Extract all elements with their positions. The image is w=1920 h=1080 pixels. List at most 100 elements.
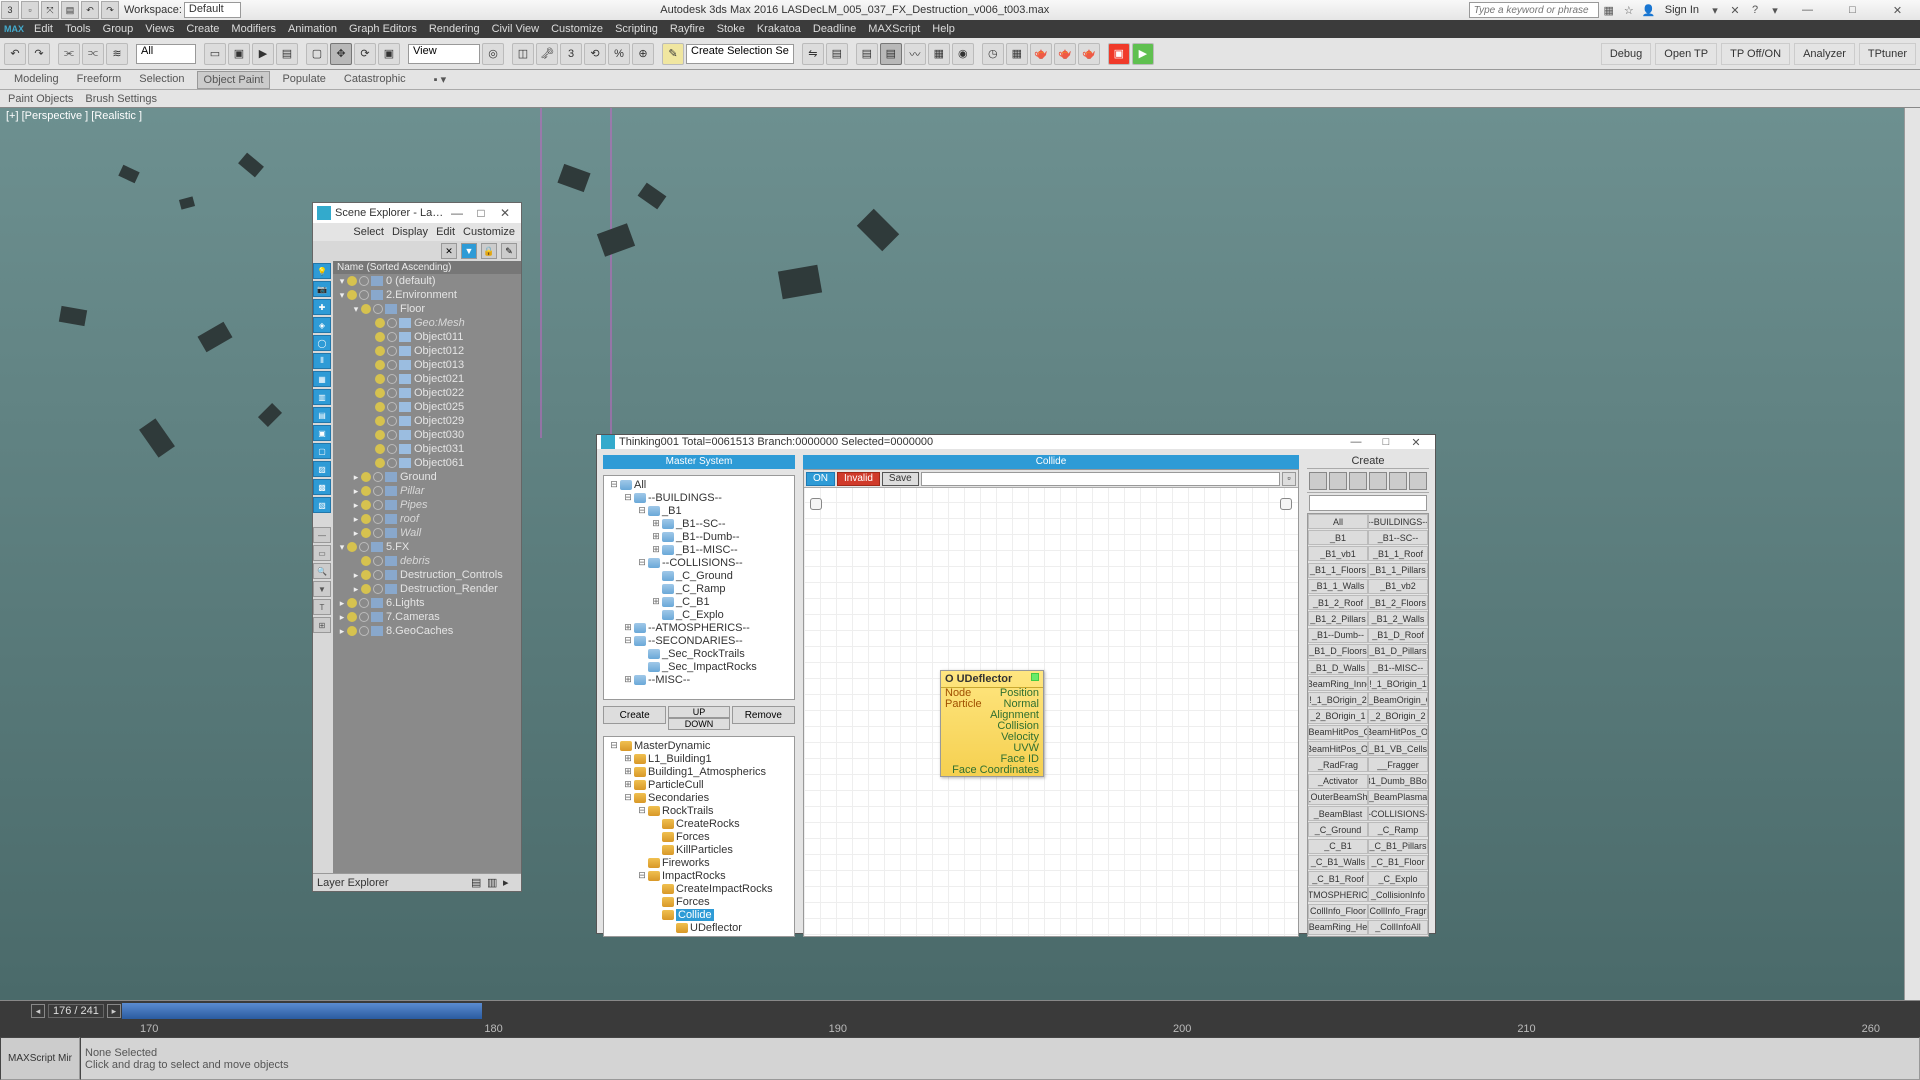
tp-tree-item[interactable]: ⊞_B1--SC-- xyxy=(606,517,792,530)
menu-animation[interactable]: Animation xyxy=(282,23,343,35)
se-clear-icon[interactable]: ✕ xyxy=(441,243,457,259)
tp-tree-item[interactable]: ⊟ImpactRocks xyxy=(606,869,792,882)
filter-combo[interactable]: All xyxy=(136,44,196,64)
menu-edit[interactable]: Edit xyxy=(28,23,59,35)
menu-maxscript[interactable]: MAXScript xyxy=(862,23,926,35)
se-side-shape-icon[interactable]: ◯ xyxy=(313,335,331,351)
redo2-icon[interactable]: ↷ xyxy=(28,43,50,65)
menu-krakatoa[interactable]: Krakatoa xyxy=(751,23,807,35)
se-node[interactable]: debris xyxy=(333,554,521,568)
se-side-6-icon[interactable]: ▦ xyxy=(313,371,331,387)
time-ruler[interactable]: 170180190200210260 xyxy=(0,1021,1920,1037)
tp-create-item[interactable]: _C_Ground xyxy=(1308,822,1368,837)
tp-create-filter-input[interactable] xyxy=(1309,495,1427,511)
tp-schematic-view[interactable]: ON Invalid Save ▫ O UDeflector NodePosit… xyxy=(803,469,1299,937)
tp-create-item[interactable]: _B1_VB_Cells xyxy=(1368,741,1428,756)
se-node[interactable]: ▾5.FX xyxy=(333,540,521,554)
timeline-next-icon[interactable]: ▸ xyxy=(107,1004,121,1018)
tp-tree-item[interactable]: Forces xyxy=(606,895,792,908)
se-node[interactable]: Object029 xyxy=(333,414,521,428)
spinner-icon[interactable]: ⊕ xyxy=(632,43,654,65)
undo-icon[interactable]: ↶ xyxy=(81,1,99,19)
tp-tree-item[interactable]: ⊟--COLLISIONS-- xyxy=(606,556,792,569)
tp-tree-item[interactable]: Collide xyxy=(606,908,792,921)
signin-link[interactable]: Sign In xyxy=(1665,4,1699,16)
se-foot-1-icon[interactable]: ▤ xyxy=(471,876,485,890)
tp-tree-item[interactable]: _C_Explo xyxy=(606,608,792,621)
menu-create[interactable]: Create xyxy=(180,23,225,35)
se-menu-display[interactable]: Display xyxy=(392,226,428,238)
tp-create-item[interactable]: _2_BOrigin_1 xyxy=(1308,709,1368,724)
move-icon[interactable]: ✥ xyxy=(330,43,352,65)
tp-create-item[interactable]: _C_B1_Walls xyxy=(1308,855,1368,870)
tp-create-item[interactable]: _C_B1 xyxy=(1308,839,1368,854)
tp-create-item[interactable]: _C_Explo xyxy=(1368,871,1428,886)
tp-create-item[interactable]: _C_B1_Floor xyxy=(1368,855,1428,870)
tp-create-item[interactable]: _B1_2_Walls xyxy=(1368,611,1428,626)
tp-tree-item[interactable]: UDeflector xyxy=(606,921,792,934)
se-menu-edit[interactable]: Edit xyxy=(436,226,455,238)
se-node[interactable]: Object012 xyxy=(333,344,521,358)
mirror-icon[interactable]: ⇋ xyxy=(802,43,824,65)
se-node[interactable]: Object021 xyxy=(333,372,521,386)
tp-create-item[interactable]: _B1_D_Walls xyxy=(1308,660,1368,675)
menu-deadline[interactable]: Deadline xyxy=(807,23,862,35)
tp-create-item[interactable]: _B1_2_Roof xyxy=(1308,595,1368,610)
tp-create-item[interactable]: 2_BeamOrigin_O xyxy=(1368,692,1428,707)
ribbon-tab-selection[interactable]: Selection xyxy=(133,71,190,89)
tp-tree-item[interactable]: ⊟All xyxy=(606,478,792,491)
tp-create-item[interactable]: _BeamRing_Inner xyxy=(1308,676,1368,691)
max-logo-icon[interactable]: MAX xyxy=(4,24,24,34)
tp-tree-item[interactable]: Fireworks xyxy=(606,856,792,869)
tp-create-3-icon[interactable] xyxy=(1349,472,1367,490)
menu-views[interactable]: Views xyxy=(139,23,180,35)
tp-create-item[interactable]: _B1--SC-- xyxy=(1368,530,1428,545)
curve-icon[interactable]: 〰 xyxy=(904,43,926,65)
ribbon-tab-populate[interactable]: Populate xyxy=(276,71,331,89)
scale-icon[interactable]: ▣ xyxy=(378,43,400,65)
tp-create-item[interactable]: _B1_vb2 xyxy=(1368,579,1428,594)
tp-create-item[interactable]: _BeamBlast xyxy=(1308,806,1368,821)
save-icon[interactable]: ▤ xyxy=(61,1,79,19)
tp-create-item[interactable]: B1_Dumb_BBox xyxy=(1368,774,1428,789)
tp-create-item[interactable]: _2_BOrigin_2 xyxy=(1368,709,1428,724)
toolbar-open-tp[interactable]: Open TP xyxy=(1655,43,1717,65)
tp-create-item[interactable]: _B1_2_Floors xyxy=(1368,595,1428,610)
tp-schematic-input[interactable] xyxy=(921,472,1280,486)
se-node[interactable]: ▸Pipes xyxy=(333,498,521,512)
tp-dynamics-tree[interactable]: ⊟MasterDynamic⊞L1_Building1⊞Building1_At… xyxy=(603,736,795,937)
tp-tree-item[interactable]: ⊞_B1--MISC-- xyxy=(606,543,792,556)
search-input[interactable] xyxy=(1469,2,1599,18)
toolbar-tp-off-on[interactable]: TP Off/ON xyxy=(1721,43,1790,65)
tp-create-6-icon[interactable] xyxy=(1409,472,1427,490)
open-icon[interactable]: ⤧ xyxy=(41,1,59,19)
tp-create-item[interactable]: _CollisionInfo xyxy=(1368,887,1428,902)
se-node[interactable]: ▾2.Environment xyxy=(333,288,521,302)
se-side-bone-icon[interactable]: ⦀ xyxy=(313,353,331,369)
workspace-combo[interactable]: Default xyxy=(184,2,241,18)
tp-on-button[interactable]: ON xyxy=(806,472,835,486)
keymode-icon[interactable]: 🗝 xyxy=(536,43,558,65)
ribbon-tab-modeling[interactable]: Modeling xyxy=(8,71,65,89)
tp-down-button[interactable]: DOWN xyxy=(668,718,729,730)
tp-tree-item[interactable]: _C_Ramp xyxy=(606,582,792,595)
tp-create-item[interactable]: !_1_BOrigin_2 xyxy=(1308,692,1368,707)
tp-tree-item[interactable]: ⊞_C_B1 xyxy=(606,595,792,608)
tp-create-item[interactable]: _B1_1_Floors xyxy=(1308,563,1368,578)
tp-create-button[interactable]: Create xyxy=(603,706,666,724)
anglesnap-icon[interactable]: ⟲ xyxy=(584,43,606,65)
named-sel-combo[interactable]: Create Selection Se xyxy=(686,44,794,64)
tp-create-item[interactable]: _B1_1_Roof xyxy=(1368,546,1428,561)
tp-tree-item[interactable]: ⊟MasterDynamic xyxy=(606,739,792,752)
scene-explorer-icon[interactable]: ▤ xyxy=(880,43,902,65)
toolbar-tptuner[interactable]: TPtuner xyxy=(1859,43,1916,65)
se-node[interactable]: ▸Ground xyxy=(333,470,521,484)
tp-create-5-icon[interactable] xyxy=(1389,472,1407,490)
se-node[interactable]: Object061 xyxy=(333,456,521,470)
se-node[interactable]: ▸6.Lights xyxy=(333,596,521,610)
tp-create-item[interactable]: _B1_D_Roof xyxy=(1368,628,1428,643)
se-filter-icon[interactable]: ▼ xyxy=(461,243,477,259)
se-node[interactable]: ▾Floor xyxy=(333,302,521,316)
se-side-t2-icon[interactable]: ⊞ xyxy=(313,617,331,633)
maxscript-mini[interactable]: MAXScript Mir xyxy=(0,1037,80,1080)
